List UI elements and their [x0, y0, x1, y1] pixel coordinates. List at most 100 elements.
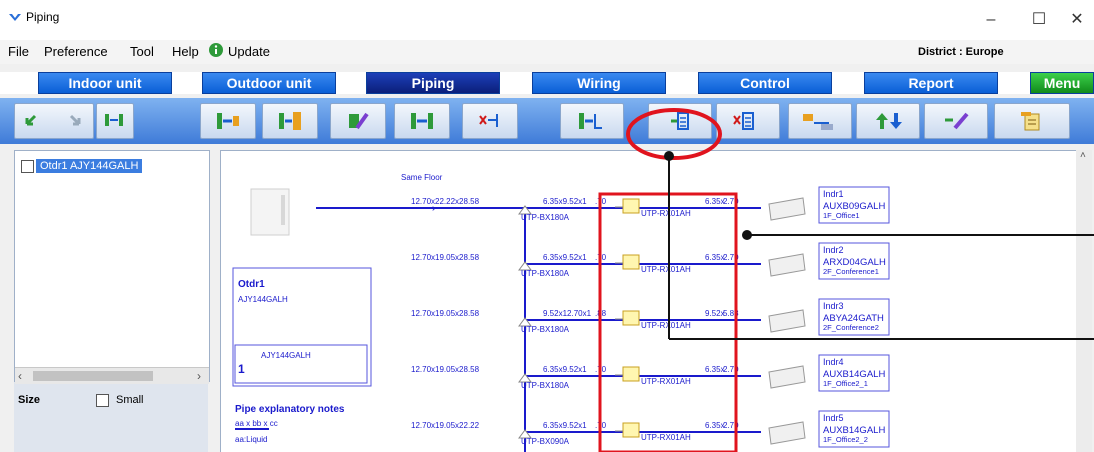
- check-icon: [945, 112, 969, 130]
- info-icon: [208, 42, 224, 61]
- report-button[interactable]: [994, 103, 1070, 139]
- outdoor-box-model: AJY144GALH: [261, 351, 311, 360]
- scroll-up-icon[interactable]: ˄: [1080, 150, 1086, 161]
- kit-label: UTP-RX01AH: [641, 209, 691, 218]
- outdoor-unit-box[interactable]: Otdr1 AJY144GALH AJY144GALH 1: [232, 267, 372, 387]
- paste-pipe-icon: [279, 112, 301, 130]
- indoor-unit-body: [768, 421, 806, 445]
- move-units-icon: [803, 114, 833, 130]
- swap-units-icon: [411, 113, 433, 129]
- indoor-unit-icon: [768, 309, 806, 333]
- indoor-unit-location: 2F_Conference1: [823, 267, 879, 276]
- tab-indoor-unit[interactable]: Indoor unit: [38, 72, 172, 94]
- pipe-connect-icon: [105, 114, 123, 126]
- report-icon: [1021, 112, 1040, 131]
- indoor-unit-location: 1F_Office2_2: [823, 435, 868, 444]
- kit-box-icon: [622, 366, 640, 382]
- same-floor-label: Same Floor: [401, 173, 443, 182]
- left-size-label: 9.52x12.70x1: [543, 309, 592, 318]
- main-size-label: 12.70x19.05x22.22: [411, 421, 480, 430]
- indoor-unit-name: Indr2: [823, 245, 844, 255]
- redo-icon[interactable]: [61, 110, 83, 130]
- outdoor-box-count: 1: [238, 362, 245, 376]
- main-size-label: 12.70x22.22x28.58: [411, 197, 480, 206]
- right-size-label: 6.35x: [705, 197, 725, 206]
- move-units-button[interactable]: [788, 103, 852, 139]
- outdoor-unit-image[interactable]: [250, 188, 290, 236]
- indoor-unit-location: 1F_Office2_1: [823, 379, 868, 388]
- delete-kit-button[interactable]: [716, 103, 780, 139]
- size-label: Size: [18, 394, 41, 406]
- small-checkbox[interactable]: [96, 394, 109, 407]
- branch-kit-label: UTP-BX090A: [521, 437, 570, 446]
- tab-control[interactable]: Control: [698, 72, 832, 94]
- kit-box-icon: [622, 310, 640, 326]
- insert-kit-button[interactable]: [648, 103, 712, 139]
- left-panel: Otdr1 AJY144GALH ‹ › Size Small: [14, 150, 210, 452]
- left-size-label: 6.35x9.52x1: [543, 421, 587, 430]
- paste-pipe-button[interactable]: [262, 103, 318, 139]
- kit-label: UTP-RX01AH: [641, 321, 691, 330]
- tab-menu[interactable]: Menu: [1030, 72, 1094, 94]
- right-size-tail: 2.70: [723, 253, 739, 262]
- piping-diagram-canvas[interactable]: Same Floor ➔ Otdr1 AJY144GALH AJY144GALH…: [220, 150, 1082, 452]
- tab-strip: Indoor unit Outdoor unit Piping Wiring C…: [0, 72, 1094, 94]
- right-size-tail: 5.88: [723, 309, 739, 318]
- left-size-label: 6.35x9.52x1: [543, 253, 587, 262]
- insert-branch-icon: [579, 113, 602, 129]
- main-size-label: 12.70x19.05x28.58: [411, 365, 480, 374]
- copy-pipe-button[interactable]: [200, 103, 256, 139]
- tab-report[interactable]: Report: [864, 72, 998, 94]
- unit-tree: Otdr1 AJY144GALH ‹ ›: [14, 150, 210, 384]
- main-size-label: 12.70x19.05x28.58: [411, 253, 480, 262]
- left-size-tail: .70: [595, 421, 607, 430]
- branch-kit-label: UTP-BX180A: [521, 381, 570, 390]
- indoor-unit-name: Indr3: [823, 301, 844, 311]
- scroll-right-icon[interactable]: ›: [197, 369, 201, 383]
- indoor-unit-name: Indr4: [823, 357, 844, 367]
- copy-pipe-icon: [217, 113, 239, 129]
- delete-pipe-button[interactable]: [462, 103, 518, 139]
- menu-update[interactable]: Update: [228, 44, 270, 59]
- up-down-button[interactable]: [856, 103, 920, 139]
- undo-icon[interactable]: [23, 110, 45, 130]
- tree-item-checkbox[interactable]: [21, 159, 34, 173]
- check-button[interactable]: [924, 103, 988, 139]
- left-size-label: 6.35x9.52x1: [543, 365, 587, 374]
- vertical-scrollbar[interactable]: ˄: [1076, 150, 1092, 452]
- indoor-unit-body: [768, 253, 806, 277]
- tab-piping[interactable]: Piping: [366, 72, 500, 94]
- scroll-thumb[interactable]: [33, 371, 153, 381]
- tree-item-label[interactable]: Otdr1 AJY144GALH: [36, 159, 143, 173]
- kit-box-icon: [622, 422, 640, 438]
- scroll-left-icon[interactable]: ‹: [18, 369, 22, 383]
- window-title: Piping: [26, 10, 60, 24]
- pipe-connect-button[interactable]: [96, 103, 134, 139]
- left-size-tail: .70: [595, 253, 607, 262]
- indoor-unit-body: [768, 309, 806, 333]
- menu-bar: File Preference Tool Help Update Distric…: [0, 40, 1094, 64]
- indoor-unit-location: 2F_Conference2: [823, 323, 879, 332]
- menu-tool[interactable]: Tool: [130, 44, 154, 59]
- menu-preference[interactable]: Preference: [44, 44, 108, 59]
- maximize-button[interactable]: ☐: [1024, 6, 1054, 34]
- indoor-unit-icon: [768, 197, 806, 221]
- menu-help[interactable]: Help: [172, 44, 199, 59]
- close-button[interactable]: ✕: [1062, 6, 1092, 34]
- title-bar: Piping – ☐ ✕: [0, 0, 1094, 40]
- minimize-button[interactable]: –: [976, 6, 1006, 34]
- tree-item-outdoor[interactable]: Otdr1 AJY144GALH: [21, 159, 143, 173]
- notes-line1: aa x bb x cc: [235, 419, 278, 428]
- left-size-label: 6.35x9.52x1: [543, 197, 587, 206]
- tab-wiring[interactable]: Wiring: [532, 72, 666, 94]
- horizontal-scrollbar[interactable]: ‹ ›: [15, 367, 209, 384]
- insert-kit-icon: [671, 112, 689, 130]
- menu-file[interactable]: File: [8, 44, 29, 59]
- tab-outdoor-unit[interactable]: Outdoor unit: [202, 72, 336, 94]
- branch-kit-label: UTP-BX180A: [521, 325, 570, 334]
- notes-title: Pipe explanatory notes: [235, 404, 345, 415]
- swap-units-button[interactable]: [394, 103, 450, 139]
- indoor-unit-body: [768, 365, 806, 389]
- add-unit-button[interactable]: [330, 103, 386, 139]
- insert-branch-button[interactable]: [560, 103, 624, 139]
